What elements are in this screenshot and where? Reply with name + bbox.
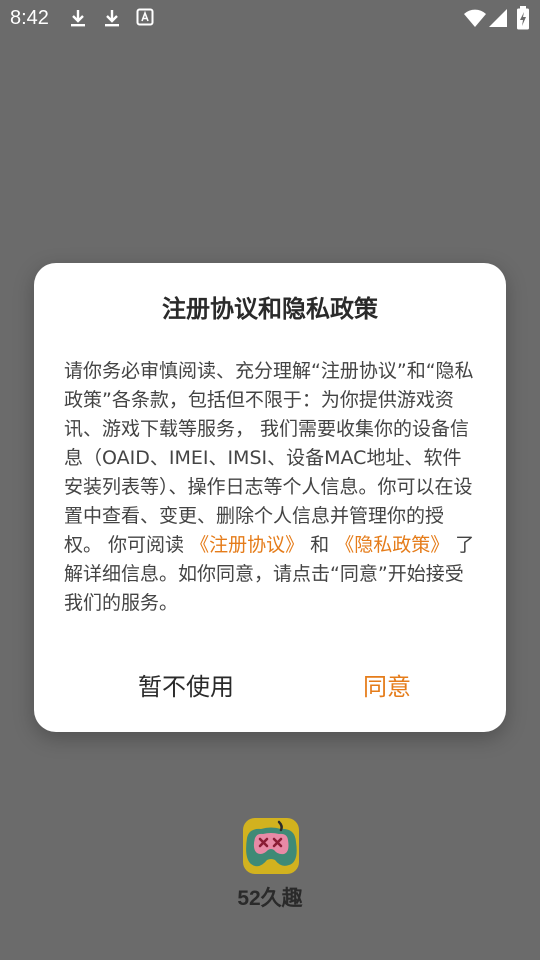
- dialog-body: 请你务必审慎阅读、充分理解“注册协议”和“隐私政策”各条款，包括但不限于：为你提…: [64, 357, 478, 618]
- wifi-icon: [463, 8, 487, 28]
- download-icon: [68, 8, 88, 28]
- app-name: 52久趣: [237, 887, 303, 910]
- dialog-title: 注册协议和隐私政策: [162, 295, 378, 323]
- battery-icon: [516, 6, 530, 30]
- agree-button[interactable]: 同意: [287, 671, 487, 703]
- status-time: 8:42: [10, 7, 49, 29]
- status-bar: 8:42: [0, 0, 540, 36]
- signal-icon: [488, 8, 508, 28]
- register-agreement-link[interactable]: 《注册协议》: [190, 534, 304, 556]
- text-notification-icon: [136, 8, 154, 26]
- dialog-body-text: 和: [304, 534, 336, 556]
- app-logo-icon: [243, 818, 299, 874]
- download-icon: [102, 8, 122, 28]
- privacy-dialog: 注册协议和隐私政策 请你务必审慎阅读、充分理解“注册协议”和“隐私政策”各条款，…: [34, 263, 506, 732]
- dialog-body-text: 请你务必审慎阅读、充分理解“注册协议”和“隐私政策”各条款，包括但不限于：为你提…: [64, 360, 474, 556]
- privacy-policy-link[interactable]: 《隐私政策》: [335, 534, 449, 556]
- decline-button[interactable]: 暂不使用: [86, 671, 286, 703]
